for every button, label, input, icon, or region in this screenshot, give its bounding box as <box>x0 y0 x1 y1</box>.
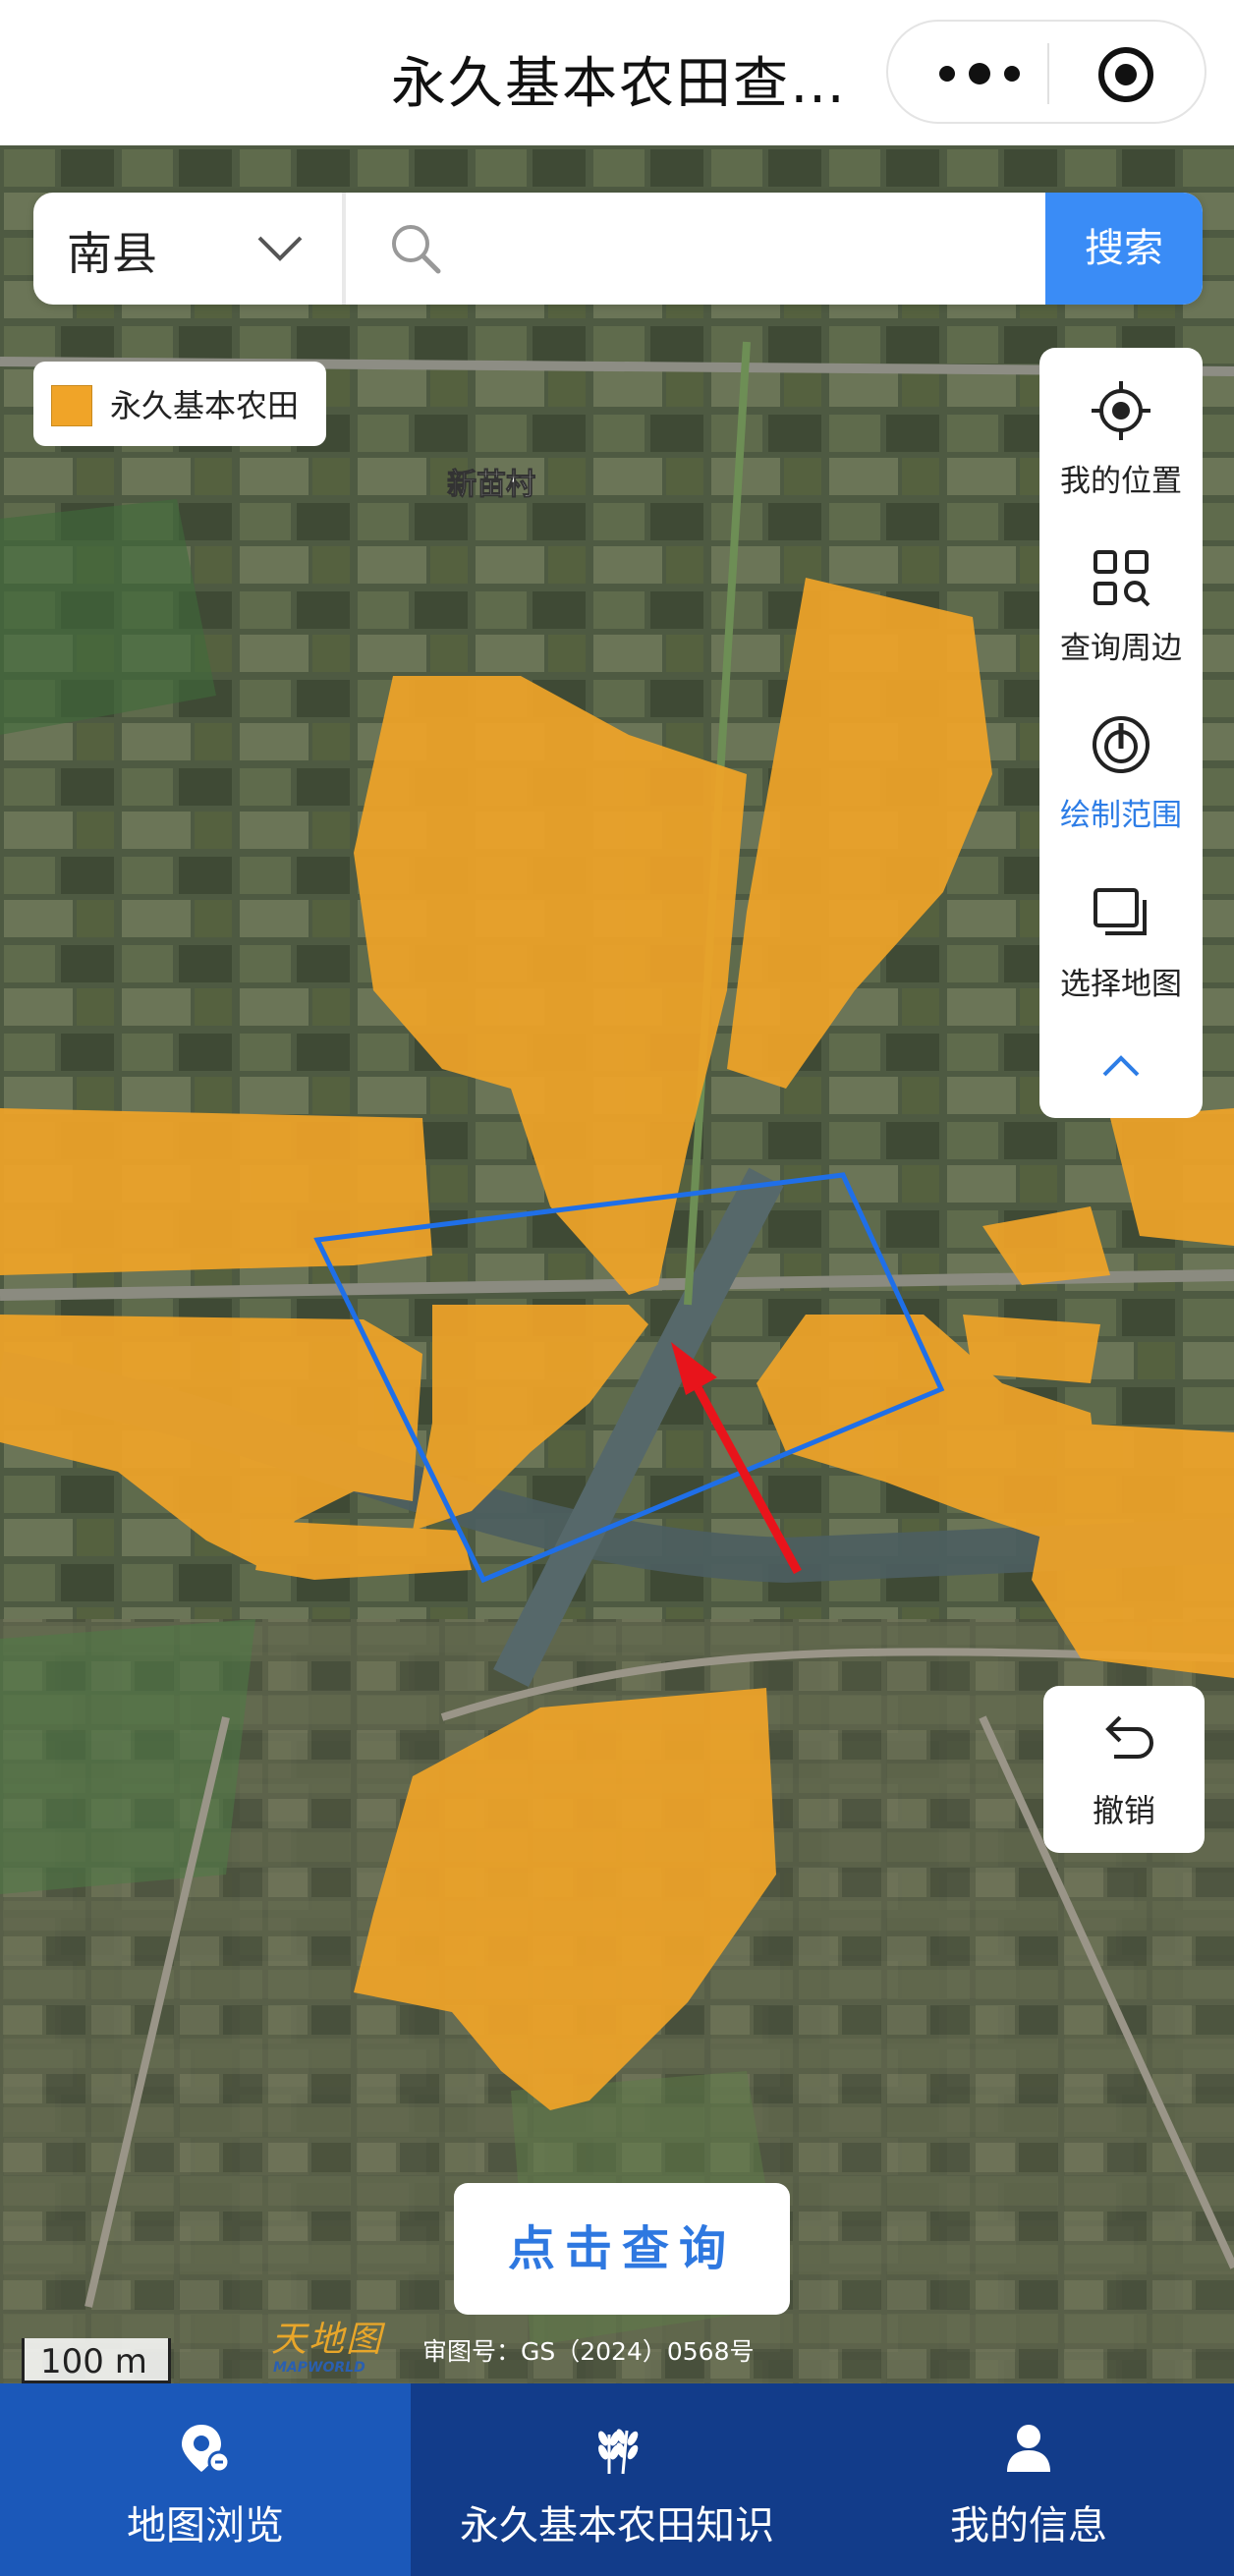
nav-my-info-label: 我的信息 <box>950 2503 1107 2548</box>
nav-map-browse-label: 地图浏览 <box>127 2503 284 2548</box>
map-approval-number: 审图号：GS（2024）0568号 <box>422 2337 755 2366</box>
tool-query-nearby[interactable]: 查询周边 <box>1039 525 1203 682</box>
search-input[interactable] <box>466 210 1055 287</box>
page-title: 永久基本农田查… <box>391 52 847 116</box>
tool-select-map[interactable]: 选择地图 <box>1039 861 1203 1018</box>
village-label: 新苗村 <box>447 468 535 502</box>
search-button[interactable]: 搜索 <box>1045 193 1203 305</box>
tool-my-location[interactable]: 我的位置 <box>1039 358 1203 515</box>
user-icon <box>1007 2425 1050 2472</box>
tool-draw-range-label: 绘制范围 <box>1060 798 1182 833</box>
map-toolbar: 我的位置 查询周边 绘制范围 选择地图 <box>1039 348 1203 1118</box>
mini-program-capsule <box>886 20 1206 124</box>
tianditu-logo: 天地图 MAPWORLD <box>271 2311 399 2378</box>
search-icon <box>392 225 441 274</box>
query-button[interactable]: 点击查询 <box>454 2183 790 2315</box>
map-pin-icon <box>182 2425 231 2474</box>
nav-map-browse[interactable]: 地图浏览 <box>0 2383 411 2576</box>
tool-draw-range[interactable]: 绘制范围 <box>1039 692 1203 849</box>
chevron-up-icon[interactable] <box>1096 1041 1146 1091</box>
legend-label: 永久基本农田 <box>110 387 300 424</box>
title-bar: 永久基本农田查… <box>0 0 1234 145</box>
chevron-down-icon <box>257 236 303 261</box>
nav-farmland-knowledge-label: 永久基本农田知识 <box>460 2503 774 2548</box>
draw-area-icon <box>1093 716 1150 773</box>
nav-my-info[interactable]: 我的信息 <box>823 2383 1234 2576</box>
undo-label: 撤销 <box>1092 1792 1155 1829</box>
undo-icon <box>1105 1715 1153 1759</box>
region-dropdown[interactable]: 南县 <box>33 193 342 305</box>
grid-search-icon <box>1094 550 1150 607</box>
legend-swatch <box>51 385 92 426</box>
capsule-divider <box>1047 43 1049 104</box>
map-legend: 永久基本农田 <box>33 362 326 446</box>
scale-label: 100 m <box>40 2342 147 2381</box>
tool-select-map-label: 选择地图 <box>1060 967 1182 1002</box>
layers-icon <box>1094 888 1147 935</box>
nav-farmland-knowledge[interactable]: 永久基本农田知识 <box>411 2383 823 2576</box>
wheat-icon <box>598 2429 639 2475</box>
tool-my-location-label: 我的位置 <box>1060 464 1182 499</box>
more-icon[interactable] <box>935 57 1024 90</box>
search-divider <box>342 193 346 305</box>
bottom-nav: 地图浏览 永久基本农田知识 我的信息 <box>0 2383 1234 2576</box>
logo-text-en: MAPWORLD <box>273 2360 365 2376</box>
locate-icon <box>1092 381 1150 440</box>
close-mini-program-icon[interactable] <box>1096 45 1155 104</box>
undo-button[interactable]: 撤销 <box>1043 1686 1205 1853</box>
map-scale: 100 m <box>22 2338 171 2383</box>
logo-text: 天地图 <box>271 2320 384 2360</box>
region-label: 南县 <box>67 227 157 280</box>
tool-query-nearby-label: 查询周边 <box>1060 631 1182 666</box>
search-bar: 南县 搜索 <box>33 193 1203 305</box>
